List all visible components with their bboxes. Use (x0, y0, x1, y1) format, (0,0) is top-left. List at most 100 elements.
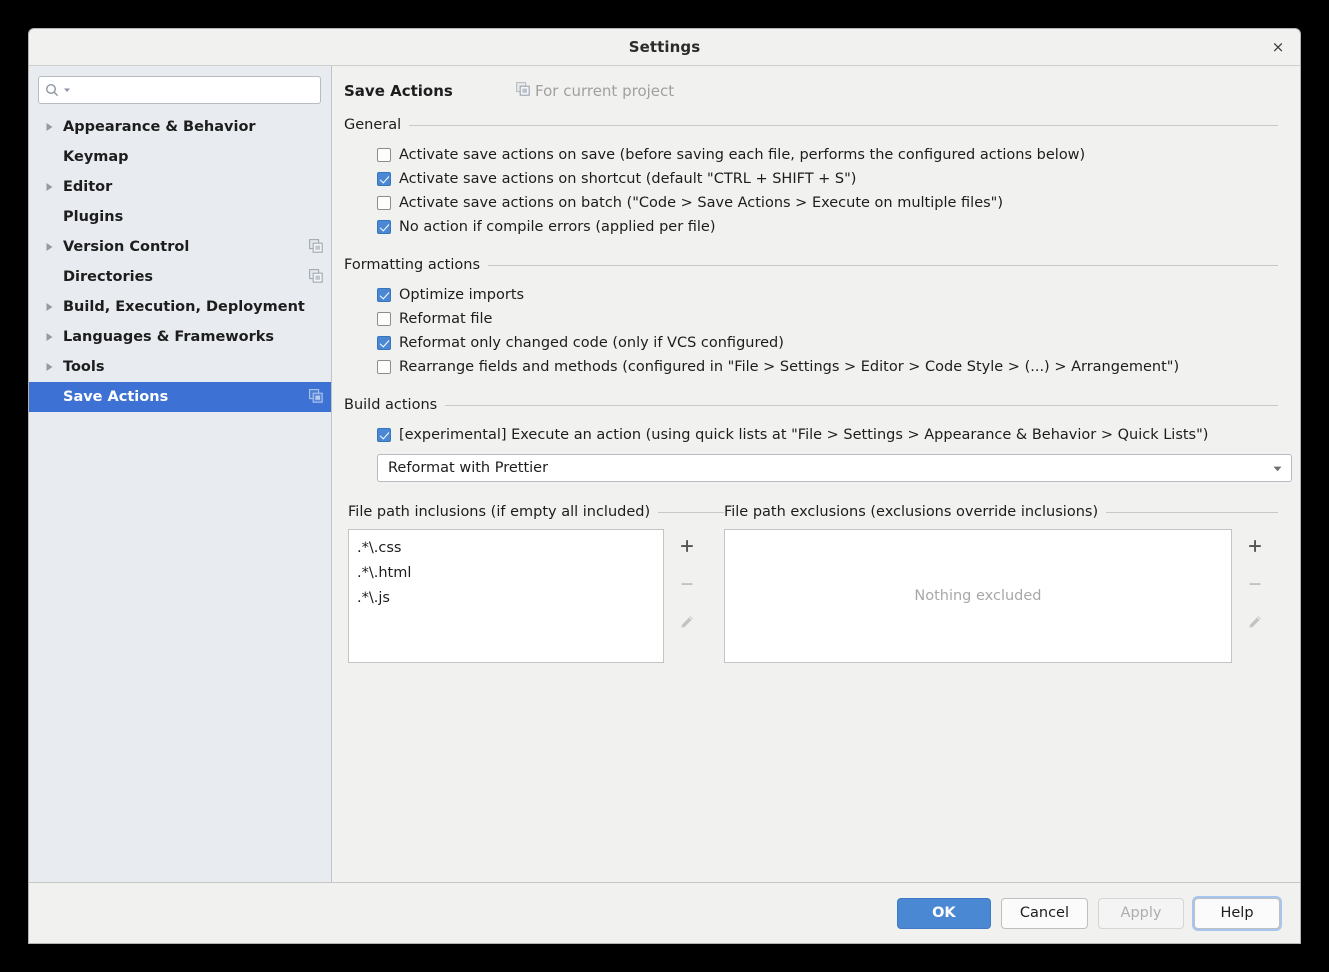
checkbox[interactable] (377, 312, 391, 326)
checkbox-label: No action if compile errors (applied per… (399, 219, 716, 235)
formatting-options: Optimize imports Reformat file Reformat on… (344, 283, 1278, 379)
expand-arrow-icon[interactable] (45, 302, 63, 312)
settings-tree: Appearance & Behavior Keymap Editor Plugins… (29, 110, 331, 412)
expand-arrow-icon[interactable] (45, 182, 63, 192)
section-divider (409, 124, 1278, 126)
section-formatting-title: Formatting actions (344, 257, 481, 273)
remove-icon (676, 573, 698, 595)
build-options: [experimental] Execute an action (using … (344, 423, 1278, 447)
checkbox-row[interactable]: Reformat only changed code (only if VCS … (377, 331, 1278, 355)
sidebar-item-label: Tools (63, 359, 105, 375)
inclusions-title: File path inclusions (if empty all inclu… (348, 504, 651, 520)
close-icon[interactable]: × (1266, 35, 1290, 59)
sidebar-item-label: Save Actions (63, 389, 169, 405)
sidebar-item-save-actions[interactable]: Save Actions (29, 382, 331, 412)
list-item[interactable]: .*\.css (357, 536, 655, 561)
checkbox-label: Reformat file (399, 311, 493, 327)
checkbox[interactable] (377, 220, 391, 234)
help-button[interactable]: Help (1194, 897, 1280, 929)
dialog-footer: OK Cancel Apply Help (29, 883, 1300, 943)
checkbox-row[interactable]: Optimize imports (377, 283, 1278, 307)
sidebar-item-label: Version Control (63, 239, 190, 255)
section-divider (658, 511, 724, 513)
dialog-body: Appearance & Behavior Keymap Editor Plugins… (29, 66, 1300, 883)
section-divider (488, 264, 1278, 266)
checkbox-label: Reformat only changed code (only if VCS … (399, 335, 784, 351)
for-current-project-label: For current project (516, 82, 674, 100)
checkbox[interactable] (377, 148, 391, 162)
expand-arrow-icon[interactable] (45, 242, 63, 252)
sidebar-item-tools[interactable]: Tools (29, 352, 331, 382)
checkbox-label: Activate save actions on batch ("Code > … (399, 195, 1003, 211)
section-build-title: Build actions (344, 397, 438, 413)
checkbox[interactable] (377, 196, 391, 210)
main-header: Save Actions For current project (344, 82, 1278, 100)
inclusions-toolbar (664, 529, 710, 663)
sidebar-item-editor[interactable]: Editor (29, 172, 331, 202)
checkbox-label: Activate save actions on shortcut (defau… (399, 171, 857, 187)
exclusions-title: File path exclusions (exclusions overrid… (723, 504, 1099, 520)
apply-button: Apply (1098, 897, 1184, 929)
checkbox-row[interactable]: Activate save actions on batch ("Code > … (377, 191, 1278, 215)
sidebar-item-plugins[interactable]: Plugins (29, 202, 331, 232)
sidebar-item-keymap[interactable]: Keymap (29, 142, 331, 172)
add-icon[interactable] (1244, 535, 1266, 557)
checkbox[interactable] (377, 288, 391, 302)
search-input[interactable] (74, 77, 314, 103)
search-box[interactable] (38, 76, 321, 104)
section-formatting: Formatting actions Optimize imports Refor… (344, 257, 1278, 379)
project-scope-icon (309, 238, 323, 257)
checkbox-row[interactable]: No action if compile errors (applied per… (377, 215, 1278, 239)
section-build: Build actions [experimental] Execute an … (344, 397, 1292, 482)
sidebar-item-label: Languages & Frameworks (63, 329, 275, 345)
exclusions-listbox[interactable]: Nothing excluded (723, 529, 1232, 663)
settings-main-panel: Save Actions For current project General… (332, 66, 1300, 882)
checkbox-label: Optimize imports (399, 287, 525, 303)
inclusions-column: File path inclusions (if empty all inclu… (348, 504, 724, 663)
settings-dialog: Settings × Appearance & Behavior Keymap … (28, 28, 1301, 944)
chevron-down-icon[interactable] (63, 86, 71, 94)
checkbox-row[interactable]: [experimental] Execute an action (using … (377, 423, 1278, 447)
section-general-title: General (344, 117, 402, 133)
inclusions-listbox[interactable]: .*\.css .*\.html .*\.js (348, 529, 664, 663)
expand-arrow-icon[interactable] (45, 332, 63, 342)
settings-sidebar: Appearance & Behavior Keymap Editor Plugins… (29, 66, 332, 882)
expand-arrow-icon[interactable] (45, 362, 63, 372)
section-divider (1106, 511, 1278, 513)
section-formatting-header: Formatting actions (344, 257, 1278, 273)
quick-list-select[interactable]: Reformat with Prettier (377, 454, 1292, 482)
checkbox[interactable] (377, 428, 391, 442)
add-icon[interactable] (676, 535, 698, 557)
cancel-button[interactable]: Cancel (1000, 897, 1088, 929)
sidebar-item-languages-frameworks[interactable]: Languages & Frameworks (29, 322, 331, 352)
sidebar-item-appearance-behavior[interactable]: Appearance & Behavior (29, 112, 331, 142)
sidebar-item-directories[interactable]: Directories (29, 262, 331, 292)
ok-button[interactable]: OK (896, 897, 991, 929)
checkbox[interactable] (377, 172, 391, 186)
checkbox-row[interactable]: Rearrange fields and methods (configured… (377, 355, 1278, 379)
checkbox-row[interactable]: Activate save actions on shortcut (defau… (377, 167, 1278, 191)
exclusions-column: File path exclusions (exclusions overrid… (723, 504, 1278, 663)
expand-arrow-icon[interactable] (45, 122, 63, 132)
sidebar-item-label: Directories (63, 269, 154, 285)
checkbox-row[interactable]: Reformat file (377, 307, 1278, 331)
checkbox-label: Activate save actions on save (before sa… (399, 147, 1086, 163)
chevron-down-icon[interactable] (1272, 459, 1283, 478)
sidebar-item-version-control[interactable]: Version Control (29, 232, 331, 262)
remove-icon (1244, 573, 1266, 595)
list-item[interactable]: .*\.js (357, 586, 655, 611)
checkbox[interactable] (377, 336, 391, 350)
exclusions-header: File path exclusions (exclusions overrid… (724, 504, 1278, 520)
checkbox-row[interactable]: Activate save actions on save (before sa… (377, 143, 1278, 167)
section-general: General Activate save actions on save (b… (344, 117, 1278, 239)
checkbox[interactable] (377, 360, 391, 374)
list-item[interactable]: .*\.html (357, 561, 655, 586)
sidebar-item-build-execution-deployment[interactable]: Build, Execution, Deployment (29, 292, 331, 322)
sidebar-item-label: Plugins (63, 209, 124, 225)
search-icon (45, 83, 60, 98)
sidebar-item-label: Appearance & Behavior (63, 119, 256, 135)
section-general-header: General (344, 117, 1278, 133)
sidebar-item-label: Keymap (63, 149, 129, 165)
path-filters: File path inclusions (if empty all inclu… (344, 504, 1278, 663)
sidebar-item-label: Editor (63, 179, 113, 195)
